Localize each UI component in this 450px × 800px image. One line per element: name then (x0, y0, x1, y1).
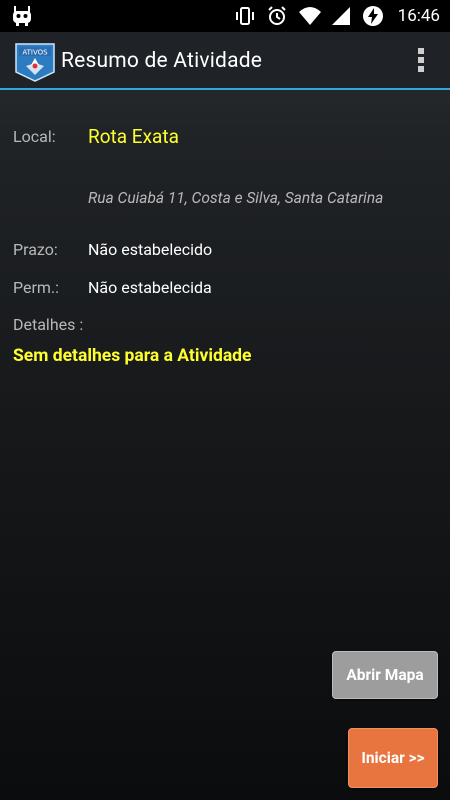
overflow-menu-icon[interactable] (414, 48, 428, 74)
signal-icon (330, 5, 352, 27)
details-label: Detalhes : (13, 315, 84, 334)
vibrate-icon (234, 5, 256, 27)
status-bar: 16:46 (0, 0, 450, 32)
app-logo-icon[interactable]: ATIVOS (14, 42, 56, 82)
permanence-value: Não estabelecida (88, 278, 212, 297)
deadline-label: Prazo: (13, 240, 58, 259)
svg-text:ATIVOS: ATIVOS (22, 49, 48, 57)
battery-charging-icon (362, 5, 384, 27)
address-text: Rua Cuiabá 11, Costa e Silva, Santa Cata… (88, 189, 384, 207)
wifi-icon (298, 5, 321, 27)
status-time: 16:46 (397, 6, 440, 26)
local-name: Rota Exata (88, 125, 179, 148)
alarm-icon (266, 5, 288, 27)
page-title: Resumo de Atividade (61, 49, 263, 73)
android-robot-icon (10, 4, 34, 28)
details-value: Sem detalhes para a Atividade (13, 346, 252, 366)
local-label: Local: (13, 127, 56, 146)
action-bar: ATIVOS Resumo de Atividade (0, 32, 450, 90)
start-button[interactable]: Iniciar >> (348, 728, 438, 788)
screen: 16:46 ATIVOS Resumo de Atividade Local: … (0, 0, 450, 800)
permanence-label: Perm.: (13, 278, 60, 297)
deadline-value: Não estabelecido (88, 240, 213, 259)
status-icons: 16:46 (234, 4, 440, 28)
open-map-button[interactable]: Abrir Mapa (332, 651, 438, 699)
